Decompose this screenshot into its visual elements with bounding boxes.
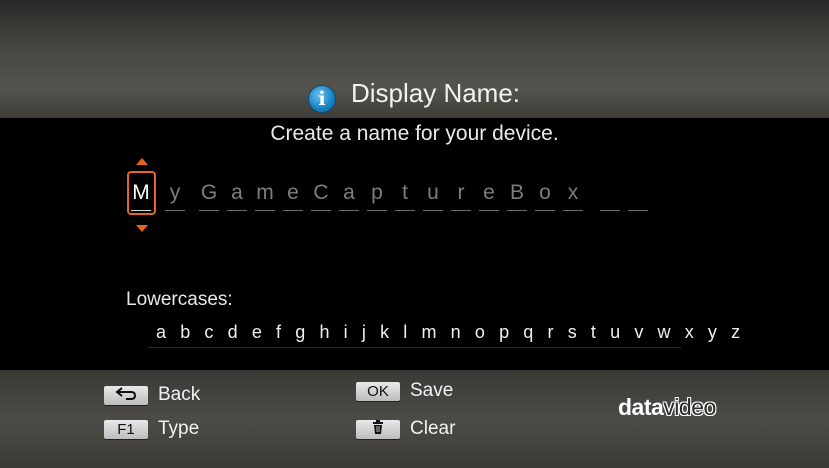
name-char-slot[interactable]: x xyxy=(563,180,583,211)
info-icon: i xyxy=(308,86,335,112)
name-char-slot[interactable]: m xyxy=(255,180,275,211)
name-char-slot[interactable]: o xyxy=(535,180,555,211)
name-char-slot[interactable]: G xyxy=(199,180,219,211)
name-char-slot[interactable]: t xyxy=(395,180,415,211)
name-char-slot[interactable]: B xyxy=(507,180,527,211)
type-button[interactable]: F1 Type xyxy=(104,418,199,440)
trash-icon xyxy=(356,419,400,439)
back-button[interactable]: Back xyxy=(104,384,200,406)
name-char-slot[interactable]: e xyxy=(283,180,303,211)
name-char-slot[interactable] xyxy=(600,180,620,211)
save-label: Save xyxy=(410,380,454,401)
arrow-up-icon[interactable] xyxy=(136,158,148,165)
page-title-text: Display Name: xyxy=(350,78,521,108)
name-char-slot[interactable]: M xyxy=(131,180,151,211)
ok-key: OK xyxy=(356,381,400,401)
name-char-slot[interactable]: r xyxy=(451,180,471,211)
datavideo-logo: datavideo xyxy=(618,394,716,421)
name-char-slot[interactable]: y xyxy=(165,180,185,211)
logo-bold-text: data xyxy=(618,394,664,420)
name-char-slot[interactable]: a xyxy=(227,180,247,211)
save-button[interactable]: OK Save xyxy=(356,380,453,402)
back-label: Back xyxy=(158,384,201,405)
clear-label: Clear xyxy=(410,418,456,439)
clear-button[interactable]: Clear xyxy=(356,418,455,440)
name-char-slot[interactable]: a xyxy=(339,180,359,211)
name-char-slot[interactable]: C xyxy=(311,180,331,211)
name-char-slot[interactable]: e xyxy=(479,180,499,211)
character-set-label: Lowercases: xyxy=(126,289,233,310)
logo-thin-text: video xyxy=(663,394,716,420)
f1-key: F1 xyxy=(104,419,148,439)
page-title: i Display Name: xyxy=(0,78,829,112)
name-char-slot[interactable] xyxy=(628,180,648,211)
type-label: Type xyxy=(158,418,200,439)
character-set-row[interactable]: a b c d e f g h i j k l m n o p q r s t … xyxy=(148,318,740,348)
return-arrow-icon xyxy=(104,385,148,405)
name-char-slot[interactable]: p xyxy=(367,180,387,211)
instruction-text: Create a name for your device. xyxy=(270,122,559,145)
name-char-slot[interactable]: u xyxy=(423,180,443,211)
arrow-down-icon[interactable] xyxy=(136,225,148,232)
